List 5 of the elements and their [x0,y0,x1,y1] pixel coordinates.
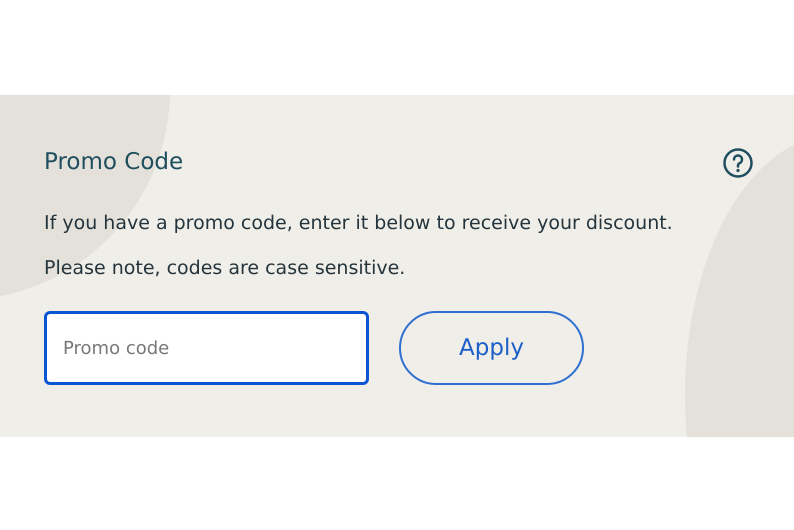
promo-code-field[interactable]: Promo code [44,311,369,385]
help-icon[interactable] [722,147,754,179]
apply-button[interactable]: Apply [399,311,584,385]
section-title: Promo Code [44,149,184,177]
description-text: If you have a promo code, enter it below to receive your discount. Please note, codes are case sensitive. [44,211,674,281]
